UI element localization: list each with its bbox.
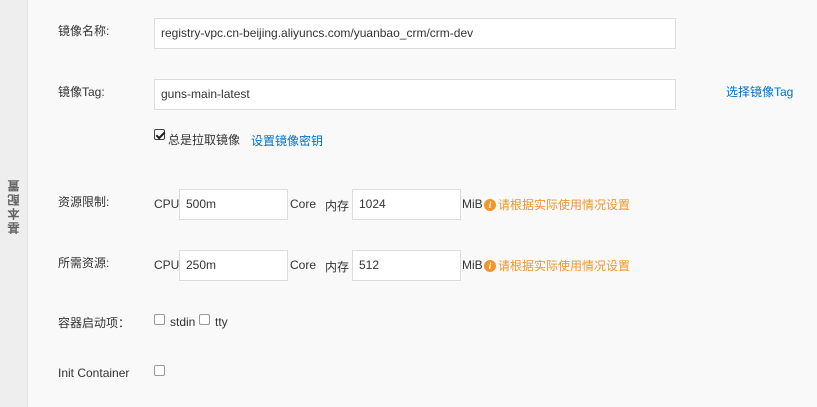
tty-checkbox[interactable] (199, 314, 210, 325)
stdin-checkbox[interactable] (154, 314, 165, 325)
resource-limit-label: 资源限制: (58, 195, 110, 209)
side-tab[interactable]: 基本配置 (0, 0, 28, 407)
always-pull-checkbox[interactable] (154, 129, 165, 140)
limit-cpu-label: CPU (154, 197, 180, 211)
init-container-checkbox[interactable] (154, 365, 165, 376)
image-name-input[interactable]: registry-vpc.cn-beijing.aliyuncs.com/yua… (154, 18, 676, 49)
limit-cpu-input[interactable]: 500m (179, 189, 288, 220)
basic-config-panel: 镜像名称: registry-vpc.cn-beijing.aliyuncs.c… (28, 0, 817, 407)
request-mem-unit: MiB (462, 258, 483, 272)
limit-hint-text: 请根据实际使用情况设置 (498, 198, 631, 212)
limit-cpu-unit: Core (290, 197, 317, 211)
resource-request-label: 所需资源: (58, 256, 110, 270)
image-name-label: 镜像名称: (58, 24, 110, 38)
tty-label: tty (215, 315, 228, 329)
startup-label: 容器启动项： (58, 316, 131, 330)
request-cpu-label: CPU (154, 258, 180, 272)
info-icon: i (484, 198, 496, 211)
select-image-tag-link[interactable]: 选择镜像Tag (726, 83, 793, 100)
info-icon: i (484, 259, 496, 272)
request-mem-input[interactable]: 512 (352, 250, 461, 281)
limit-hint: i 请根据实际使用情况设置 (484, 196, 630, 213)
limit-mem-input[interactable]: 1024 (352, 189, 461, 220)
stdin-label: stdin (170, 315, 196, 329)
request-cpu-unit: Core (290, 258, 317, 272)
limit-mem-label: 内存 (325, 199, 350, 213)
image-tag-input[interactable]: guns-main-latest (154, 79, 676, 110)
set-image-secret-link[interactable]: 设置镜像密钥 (251, 132, 323, 149)
always-pull-label: 总是拉取镜像 (168, 133, 241, 147)
request-cpu-input[interactable]: 250m (179, 250, 288, 281)
image-tag-label: 镜像Tag: (58, 85, 105, 99)
side-tab-label: 基本配置 (7, 178, 21, 234)
request-hint: i 请根据实际使用情况设置 (484, 257, 630, 274)
request-mem-label: 内存 (325, 260, 350, 274)
request-hint-text: 请根据实际使用情况设置 (498, 259, 631, 273)
limit-mem-unit: MiB (462, 197, 483, 211)
init-container-label: Init Container (58, 366, 130, 380)
